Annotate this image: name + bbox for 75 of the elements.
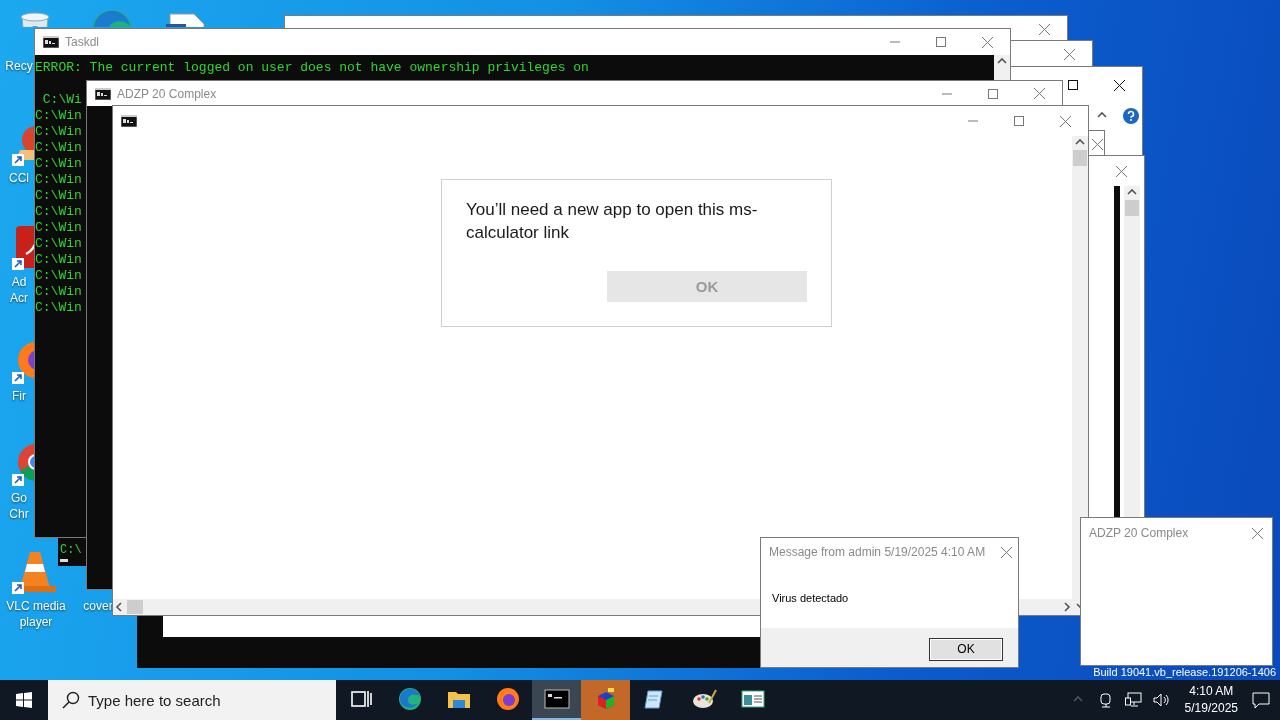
desktop-icon-label[interactable]: Go: [11, 490, 27, 506]
window-title: Taskdl: [65, 35, 99, 49]
desktop-icon-label[interactable]: Fir: [12, 388, 26, 404]
dialog-message: You’ll need a new app to open this ms-calculator link: [466, 199, 759, 244]
console-line: C:\Win: [35, 124, 82, 140]
console-icon: [43, 36, 59, 48]
desktop-icon-label[interactable]: Acr: [10, 290, 28, 306]
text-cursor: [60, 559, 68, 562]
close-icon: [981, 36, 993, 48]
taskbar-app-button[interactable]: [532, 680, 581, 720]
close-icon: [1113, 79, 1125, 91]
console-line: C:\Win: [35, 236, 82, 252]
paint-palette-icon: [690, 687, 717, 711]
scrollbar-thumb[interactable]: [127, 600, 143, 614]
scroll-right-icon[interactable]: [1062, 602, 1072, 612]
maximize-icon: [1014, 116, 1024, 126]
close-icon: [1038, 23, 1050, 35]
console-line: C:\Win: [35, 284, 82, 300]
console-line: C:\Win: [35, 108, 82, 124]
search-field[interactable]: Type here to search: [48, 680, 336, 720]
close-icon: [1115, 165, 1127, 177]
minimize-icon: [890, 41, 900, 43]
close-icon: [1251, 527, 1263, 539]
close-icon: [1059, 115, 1071, 127]
console-line: C:\Win: [35, 156, 82, 172]
console-line: C:\Win: [35, 268, 82, 284]
desktop-icon-label[interactable]: CCl: [9, 170, 29, 186]
webcam-icon: [1097, 692, 1114, 708]
console-line: C:\Win: [35, 204, 82, 220]
firefox-icon: [494, 687, 521, 711]
maximize-icon: [1068, 80, 1078, 90]
minimize-icon: [942, 92, 952, 95]
desktop-icon-label[interactable]: Recy: [5, 58, 33, 74]
console-line: ERROR: The current logged on user does not have ownership privileges on: [35, 60, 589, 76]
windows-logo-icon: [16, 692, 32, 708]
maximize-icon: [936, 37, 946, 47]
message-text: Virus detectado: [772, 592, 849, 604]
console-icon: [95, 87, 111, 100]
network-icon: [1124, 692, 1143, 708]
maximize-icon: [988, 88, 998, 99]
window-title: ADZP 20 Complex: [117, 86, 217, 101]
speech-bubble-icon: [1252, 691, 1270, 709]
desktop-icon-label[interactable]: VLC media: [6, 598, 66, 614]
scroll-left-icon[interactable]: [115, 602, 125, 612]
edge-icon: [396, 687, 423, 711]
desktop-icon-label[interactable]: Ad: [11, 274, 27, 290]
console-icon: [543, 687, 570, 711]
window-icon: [739, 687, 766, 711]
close-icon: [1033, 88, 1045, 99]
console-line: C:\: [60, 543, 83, 557]
build-version-text: Build 19041.vb_release.191206-1406: [1093, 666, 1276, 679]
close-icon: [1063, 48, 1075, 60]
console-line: C:\Win: [35, 300, 82, 316]
close-icon: [1000, 546, 1012, 558]
desktop-icon-label[interactable]: cover: [83, 598, 113, 614]
console-line: C:\Win: [35, 220, 82, 236]
console-line: C:\Win: [35, 188, 82, 204]
clock[interactable]: 4:10 AM 5/19/2025: [1178, 683, 1244, 717]
console-line: C:\Wi: [41, 92, 82, 108]
window-title: Message from admin 5/19/2025 4:10 AM: [769, 545, 986, 559]
console-line: C:\Win: [35, 140, 82, 156]
desktop-icon-label[interactable]: Chr: [9, 506, 29, 522]
desktop-icon-label[interactable]: player: [19, 614, 53, 630]
console-icon: [121, 115, 137, 127]
console-line: C:\Win: [35, 172, 82, 188]
window-title: ADZP 20 Complex: [1089, 526, 1189, 540]
scrollbar-thumb[interactable]: [1073, 150, 1087, 166]
search-icon: [62, 691, 80, 709]
speaker-icon: [1152, 692, 1171, 708]
console-line: C:\Win: [35, 252, 82, 268]
minimize-icon: [968, 120, 978, 122]
pdf-reader-icon[interactable]: [10, 224, 34, 272]
help-icon[interactable]: [1123, 108, 1139, 124]
ok-button[interactable]: OK: [929, 637, 1003, 661]
scrollbar-thumb[interactable]: [1125, 200, 1139, 216]
